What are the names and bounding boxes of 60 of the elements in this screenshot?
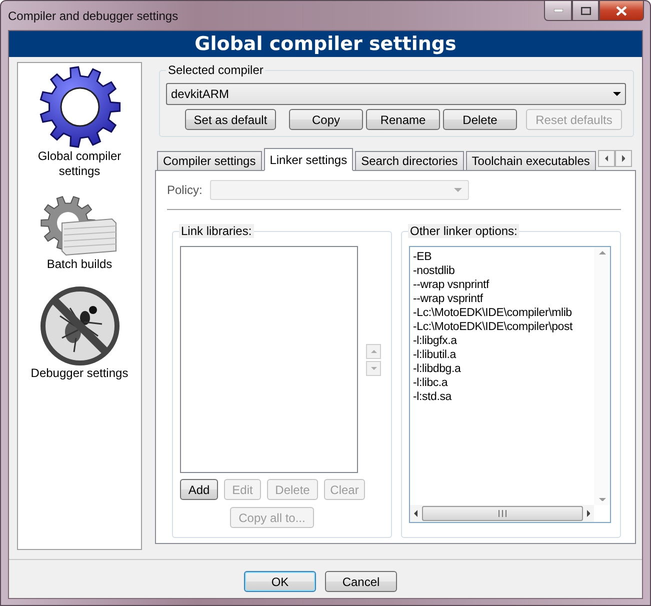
sidebar-item[interactable]: Batch builds [24,257,134,272]
tab[interactable]: Toolchain executables [466,151,596,170]
no-bugs-icon [40,286,120,366]
dialog-button[interactable]: OK [244,571,316,592]
close-button[interactable] [599,1,644,21]
toolbar-button[interactable]: Set as default [185,109,276,130]
maximize-icon [580,6,590,14]
toolbar-button[interactable]: Copy [289,109,363,130]
list-button[interactable]: Add [180,479,218,500]
option-line: -l:libc.a [413,376,449,390]
toolbar-button[interactable]: Delete [443,109,517,130]
tab[interactable]: Compiler settings [157,151,262,170]
left-arrow-icon [414,510,418,517]
minimize-icon [554,9,562,12]
dialog-button[interactable]: Cancel [325,571,397,592]
scroll-thumb[interactable] [422,506,582,521]
minimize-button[interactable] [544,1,572,21]
policy-label: Policy: [167,183,202,197]
up-arrow-icon [598,251,606,254]
option-line: -l:libdbg.a [413,362,462,376]
option-line: --wrap vsprintf [413,292,484,306]
sidebar-item[interactable]: Global compiler settings [24,149,134,179]
maximize-button[interactable] [572,1,599,21]
down-arrow-icon [370,366,376,370]
down-arrow-icon [598,498,606,501]
sidebar-item[interactable]: Debugger settings [24,366,134,381]
tab[interactable]: Linker settings [264,148,354,171]
tab-scroll-left-button[interactable] [598,150,615,167]
option-line: --wrap vsnprintf [413,278,490,292]
left-arrow-icon [604,155,608,162]
option-line: -Lc:\MotoEDK\IDE\compiler\mlib [413,306,573,320]
up-arrow-icon [370,350,376,352]
gear-with-stack-icon [40,193,120,257]
gear-icon [38,65,122,149]
option-line: -Lc:\MotoEDK\IDE\compiler\post [413,320,574,334]
page-header: Global compiler settings [9,31,642,57]
window-title: Compiler and debugger settings [8,8,180,22]
move-down-button[interactable] [366,360,381,376]
tab[interactable]: Search directories [355,151,464,170]
move-up-button[interactable] [366,344,381,358]
option-line: -l:libutil.a [413,348,458,362]
tab-scroll-right-button[interactable] [615,150,632,167]
option-line: -l:libgfx.a [413,334,458,348]
vertical-scrollbar[interactable] [594,247,610,505]
down-arrow-icon [454,188,462,192]
close-icon [616,6,627,16]
option-line: -nostdlib [413,264,456,278]
option-line: -l:std.sa [413,390,453,404]
horizontal-scrollbar[interactable] [410,505,594,522]
grip-icon [498,510,506,517]
down-arrow-icon [613,92,621,96]
toolbar-button[interactable]: Rename [366,109,440,130]
option-line: -EB [413,250,433,264]
group-label: Selected compiler [166,63,266,77]
linker-options-field[interactable]: -EB -nostdlib --wrap vsnprintf --wrap vsprintf -Lc:\MotoEDK\IDE\compiler\mlib -Lc:\MotoEDK\IDE\compiler\post -l:libgfx.a -l:libutil.a -l:libdbg.a -l:libc.a -l:std.sa [409,246,611,523]
right-arrow-icon [586,510,590,517]
group-label: Other linker options: [408,224,520,238]
right-arrow-icon [622,155,626,162]
compiler-dropdown[interactable]: devkitARM [166,83,626,105]
group-label: Link libraries: [179,224,254,238]
